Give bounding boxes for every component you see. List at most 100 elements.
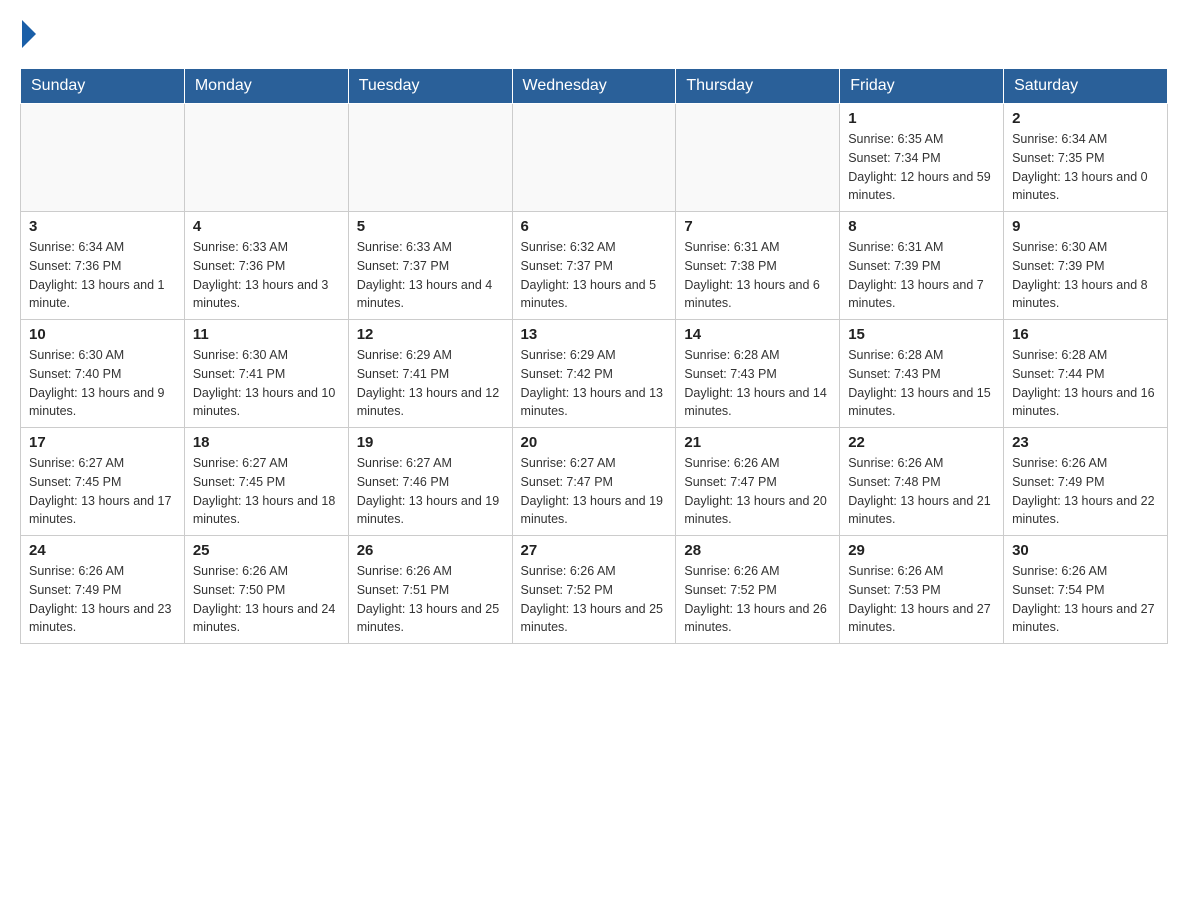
calendar-table: SundayMondayTuesdayWednesdayThursdayFrid… bbox=[20, 68, 1168, 644]
calendar-cell: 17 Sunrise: 6:27 AM Sunset: 7:45 PM Dayli… bbox=[21, 428, 185, 536]
day-info: Sunrise: 6:29 AM Sunset: 7:41 PM Dayligh… bbox=[357, 346, 504, 421]
calendar-cell: 25 Sunrise: 6:26 AM Sunset: 7:50 PM Dayli… bbox=[184, 536, 348, 644]
day-info: Sunrise: 6:34 AM Sunset: 7:36 PM Dayligh… bbox=[29, 238, 176, 313]
calendar-cell: 11 Sunrise: 6:30 AM Sunset: 7:41 PM Dayli… bbox=[184, 320, 348, 428]
calendar-cell: 22Sunrise: 6:26 AM Sunset: 7:48 PM Dayli… bbox=[840, 428, 1004, 536]
day-info: Sunrise: 6:27 AM Sunset: 7:45 PM Dayligh… bbox=[29, 454, 176, 529]
calendar-cell: 19 Sunrise: 6:27 AM Sunset: 7:46 PM Dayli… bbox=[348, 428, 512, 536]
day-number: 24 bbox=[29, 542, 176, 559]
day-info: Sunrise: 6:30 AM Sunset: 7:39 PM Dayligh… bbox=[1012, 238, 1159, 313]
day-info: Sunrise: 6:26 AM Sunset: 7:50 PM Dayligh… bbox=[193, 562, 340, 637]
calendar-cell: 6 Sunrise: 6:32 AM Sunset: 7:37 PM Daylig… bbox=[512, 212, 676, 320]
calendar-cell: 26 Sunrise: 6:26 AM Sunset: 7:51 PM Dayli… bbox=[348, 536, 512, 644]
day-info: Sunrise: 6:26 AM Sunset: 7:47 PM Dayligh… bbox=[684, 454, 831, 529]
day-number: 13 bbox=[521, 326, 668, 343]
weekday-header-monday: Monday bbox=[184, 69, 348, 104]
day-number: 6 bbox=[521, 218, 668, 235]
calendar-cell: 15 Sunrise: 6:28 AM Sunset: 7:43 PM Dayli… bbox=[840, 320, 1004, 428]
day-number: 30 bbox=[1012, 542, 1159, 559]
day-info: Sunrise: 6:26 AM Sunset: 7:49 PM Dayligh… bbox=[1012, 454, 1159, 529]
calendar-cell: 5Sunrise: 6:33 AM Sunset: 7:37 PM Daylig… bbox=[348, 212, 512, 320]
day-number: 12 bbox=[357, 326, 504, 343]
calendar-cell: 8Sunrise: 6:31 AM Sunset: 7:39 PM Daylig… bbox=[840, 212, 1004, 320]
calendar-cell: 16 Sunrise: 6:28 AM Sunset: 7:44 PM Dayli… bbox=[1004, 320, 1168, 428]
calendar-cell: 30 Sunrise: 6:26 AM Sunset: 7:54 PM Dayli… bbox=[1004, 536, 1168, 644]
calendar-cell: 20 Sunrise: 6:27 AM Sunset: 7:47 PM Dayli… bbox=[512, 428, 676, 536]
weekday-header-friday: Friday bbox=[840, 69, 1004, 104]
day-number: 8 bbox=[848, 218, 995, 235]
day-number: 10 bbox=[29, 326, 176, 343]
calendar-cell: 23Sunrise: 6:26 AM Sunset: 7:49 PM Dayli… bbox=[1004, 428, 1168, 536]
day-number: 9 bbox=[1012, 218, 1159, 235]
weekday-header-wednesday: Wednesday bbox=[512, 69, 676, 104]
day-info: Sunrise: 6:28 AM Sunset: 7:44 PM Dayligh… bbox=[1012, 346, 1159, 421]
calendar-cell: 14 Sunrise: 6:28 AM Sunset: 7:43 PM Dayli… bbox=[676, 320, 840, 428]
day-info: Sunrise: 6:30 AM Sunset: 7:40 PM Dayligh… bbox=[29, 346, 176, 421]
day-number: 19 bbox=[357, 434, 504, 451]
day-info: Sunrise: 6:31 AM Sunset: 7:38 PM Dayligh… bbox=[684, 238, 831, 313]
logo bbox=[20, 20, 38, 48]
day-number: 4 bbox=[193, 218, 340, 235]
calendar-cell bbox=[21, 104, 185, 212]
day-info: Sunrise: 6:26 AM Sunset: 7:51 PM Dayligh… bbox=[357, 562, 504, 637]
day-info: Sunrise: 6:28 AM Sunset: 7:43 PM Dayligh… bbox=[684, 346, 831, 421]
day-number: 26 bbox=[357, 542, 504, 559]
weekday-header-tuesday: Tuesday bbox=[348, 69, 512, 104]
day-number: 15 bbox=[848, 326, 995, 343]
day-info: Sunrise: 6:26 AM Sunset: 7:52 PM Dayligh… bbox=[684, 562, 831, 637]
day-info: Sunrise: 6:28 AM Sunset: 7:43 PM Dayligh… bbox=[848, 346, 995, 421]
day-info: Sunrise: 6:26 AM Sunset: 7:49 PM Dayligh… bbox=[29, 562, 176, 637]
day-info: Sunrise: 6:34 AM Sunset: 7:35 PM Dayligh… bbox=[1012, 130, 1159, 205]
day-info: Sunrise: 6:32 AM Sunset: 7:37 PM Dayligh… bbox=[521, 238, 668, 313]
calendar-cell: 18 Sunrise: 6:27 AM Sunset: 7:45 PM Dayli… bbox=[184, 428, 348, 536]
day-number: 11 bbox=[193, 326, 340, 343]
day-number: 29 bbox=[848, 542, 995, 559]
calendar-cell: 24 Sunrise: 6:26 AM Sunset: 7:49 PM Dayli… bbox=[21, 536, 185, 644]
weekday-header-saturday: Saturday bbox=[1004, 69, 1168, 104]
day-number: 21 bbox=[684, 434, 831, 451]
calendar-cell: 12 Sunrise: 6:29 AM Sunset: 7:41 PM Dayli… bbox=[348, 320, 512, 428]
calendar-cell bbox=[512, 104, 676, 212]
day-info: Sunrise: 6:29 AM Sunset: 7:42 PM Dayligh… bbox=[521, 346, 668, 421]
calendar-week-row: 10 Sunrise: 6:30 AM Sunset: 7:40 PM Dayli… bbox=[21, 320, 1168, 428]
calendar-cell: 10 Sunrise: 6:30 AM Sunset: 7:40 PM Dayli… bbox=[21, 320, 185, 428]
logo-arrow-icon bbox=[22, 20, 36, 48]
calendar-cell bbox=[184, 104, 348, 212]
day-info: Sunrise: 6:30 AM Sunset: 7:41 PM Dayligh… bbox=[193, 346, 340, 421]
day-number: 16 bbox=[1012, 326, 1159, 343]
calendar-cell: 29 Sunrise: 6:26 AM Sunset: 7:53 PM Dayli… bbox=[840, 536, 1004, 644]
day-info: Sunrise: 6:27 AM Sunset: 7:47 PM Dayligh… bbox=[521, 454, 668, 529]
day-number: 2 bbox=[1012, 110, 1159, 127]
day-info: Sunrise: 6:27 AM Sunset: 7:45 PM Dayligh… bbox=[193, 454, 340, 529]
calendar-cell: 28 Sunrise: 6:26 AM Sunset: 7:52 PM Dayli… bbox=[676, 536, 840, 644]
calendar-cell: 9 Sunrise: 6:30 AM Sunset: 7:39 PM Daylig… bbox=[1004, 212, 1168, 320]
weekday-header-row: SundayMondayTuesdayWednesdayThursdayFrid… bbox=[21, 69, 1168, 104]
day-info: Sunrise: 6:26 AM Sunset: 7:54 PM Dayligh… bbox=[1012, 562, 1159, 637]
day-info: Sunrise: 6:26 AM Sunset: 7:53 PM Dayligh… bbox=[848, 562, 995, 637]
calendar-cell: 13 Sunrise: 6:29 AM Sunset: 7:42 PM Dayli… bbox=[512, 320, 676, 428]
calendar-cell: 27Sunrise: 6:26 AM Sunset: 7:52 PM Dayli… bbox=[512, 536, 676, 644]
day-number: 18 bbox=[193, 434, 340, 451]
calendar-week-row: 3Sunrise: 6:34 AM Sunset: 7:36 PM Daylig… bbox=[21, 212, 1168, 320]
weekday-header-thursday: Thursday bbox=[676, 69, 840, 104]
weekday-header-sunday: Sunday bbox=[21, 69, 185, 104]
day-number: 17 bbox=[29, 434, 176, 451]
day-info: Sunrise: 6:27 AM Sunset: 7:46 PM Dayligh… bbox=[357, 454, 504, 529]
calendar-cell: 4 Sunrise: 6:33 AM Sunset: 7:36 PM Daylig… bbox=[184, 212, 348, 320]
calendar-cell: 7 Sunrise: 6:31 AM Sunset: 7:38 PM Daylig… bbox=[676, 212, 840, 320]
calendar-week-row: 24 Sunrise: 6:26 AM Sunset: 7:49 PM Dayli… bbox=[21, 536, 1168, 644]
day-number: 14 bbox=[684, 326, 831, 343]
day-number: 20 bbox=[521, 434, 668, 451]
day-number: 28 bbox=[684, 542, 831, 559]
day-number: 1 bbox=[848, 110, 995, 127]
calendar-cell: 2 Sunrise: 6:34 AM Sunset: 7:35 PM Daylig… bbox=[1004, 104, 1168, 212]
calendar-week-row: 1Sunrise: 6:35 AM Sunset: 7:34 PM Daylig… bbox=[21, 104, 1168, 212]
day-info: Sunrise: 6:33 AM Sunset: 7:37 PM Dayligh… bbox=[357, 238, 504, 313]
calendar-cell bbox=[348, 104, 512, 212]
day-number: 7 bbox=[684, 218, 831, 235]
day-number: 25 bbox=[193, 542, 340, 559]
day-info: Sunrise: 6:33 AM Sunset: 7:36 PM Dayligh… bbox=[193, 238, 340, 313]
day-number: 22 bbox=[848, 434, 995, 451]
day-info: Sunrise: 6:26 AM Sunset: 7:52 PM Dayligh… bbox=[521, 562, 668, 637]
page-header bbox=[20, 20, 1168, 48]
